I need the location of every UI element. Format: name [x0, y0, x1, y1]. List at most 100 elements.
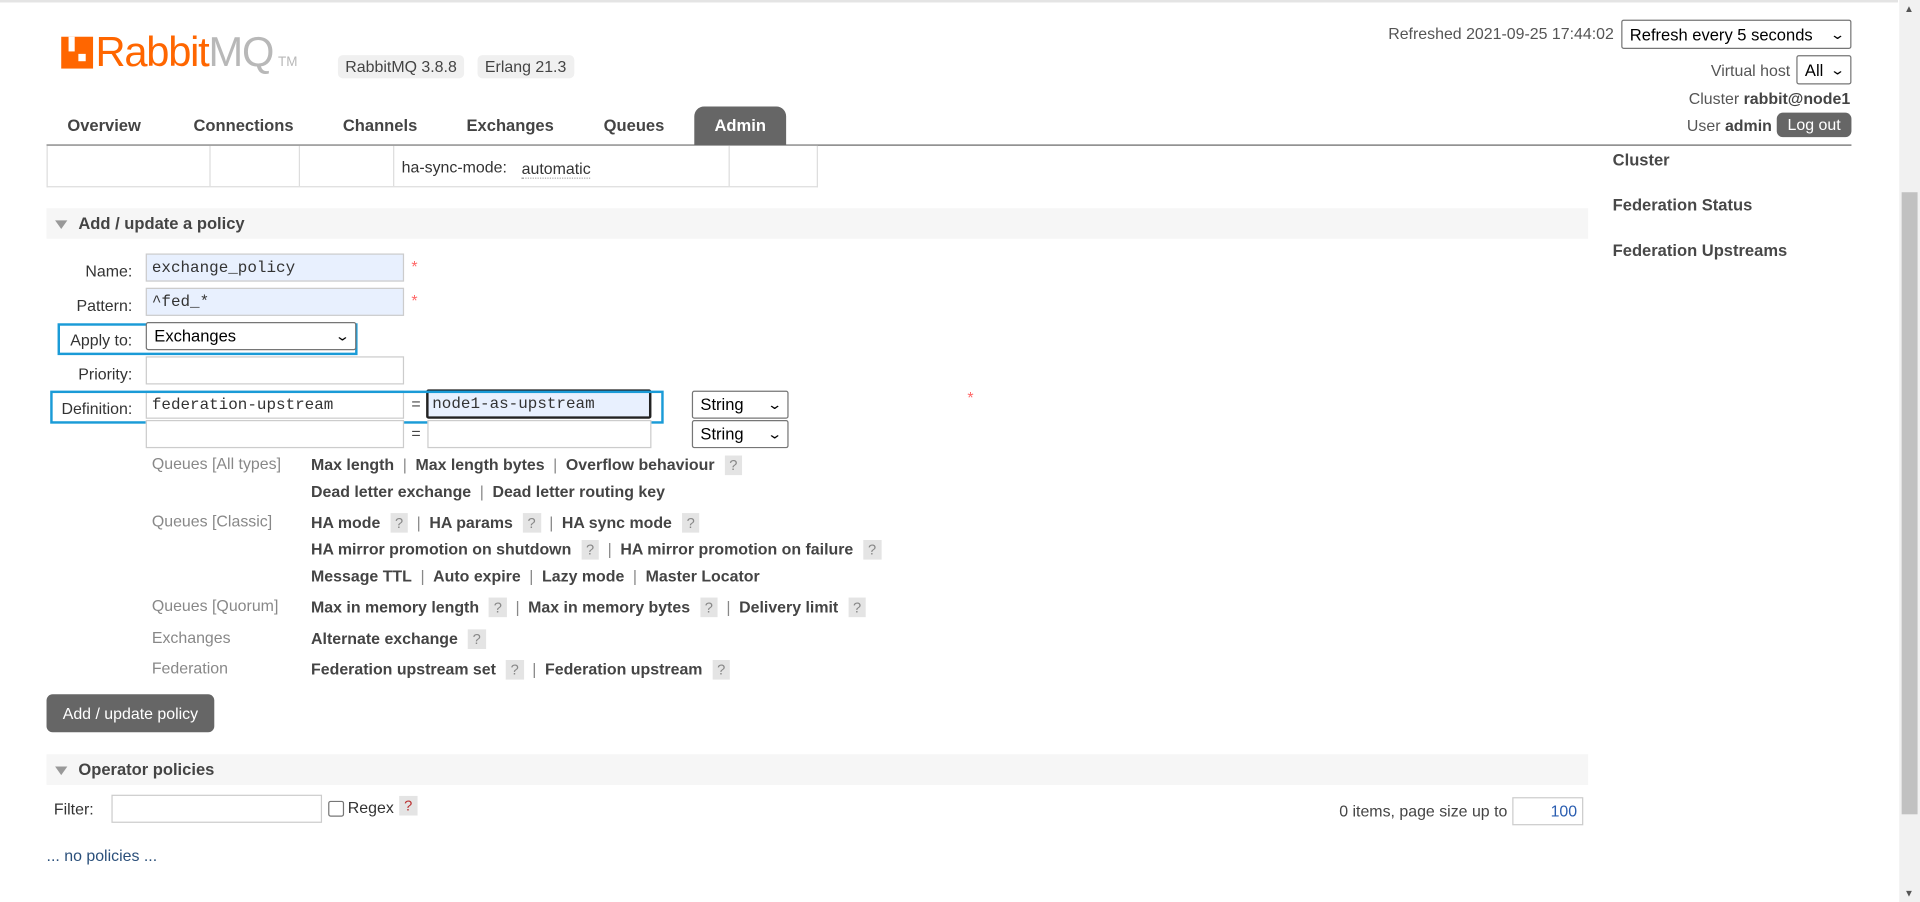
definition-type-select-2[interactable]: String ⌄: [691, 420, 789, 449]
pattern-input[interactable]: ^fed_*: [145, 287, 405, 316]
help-icon[interactable]: ?: [712, 660, 731, 680]
definition-key-link[interactable]: HA mode: [311, 513, 380, 531]
section-title: Operator policies: [78, 760, 215, 779]
separator: |: [420, 566, 425, 586]
help-links-row: Message TTL | Auto expire | Lazy mode | Master…: [311, 567, 760, 585]
definition-key-link[interactable]: Max in memory length: [311, 598, 479, 616]
add-update-policy-button[interactable]: Add / update policy: [46, 694, 215, 733]
page-size-input[interactable]: 100: [1512, 797, 1584, 826]
separator: |: [479, 482, 484, 501]
definition-key-link[interactable]: Auto expire: [433, 567, 521, 585]
chevron-down-icon: ⌄: [766, 397, 783, 413]
refreshed-timestamp: Refreshed 2021-09-25 17:44:02: [1388, 24, 1614, 43]
definition-key-link[interactable]: Max length: [311, 456, 394, 474]
tab-channels[interactable]: Channels: [343, 116, 417, 134]
definition-type-select[interactable]: String ⌄: [691, 390, 789, 419]
apply-to-select[interactable]: Exchanges ⌄: [145, 322, 357, 351]
chevron-down-icon: ⌄: [766, 427, 783, 443]
help-icon[interactable]: ?: [848, 597, 867, 618]
vhost-select[interactable]: All ⌄: [1796, 55, 1852, 85]
definition-key-link[interactable]: HA sync mode: [562, 513, 672, 531]
help-category-label: Queues [Classic]: [151, 511, 273, 531]
cluster-name: rabbit@node1: [1743, 89, 1851, 108]
help-icon[interactable]: ?: [390, 513, 409, 533]
definition-key-link[interactable]: Federation upstream set: [311, 660, 496, 678]
name-input[interactable]: exchange_policy: [145, 253, 405, 282]
separator: |: [529, 566, 534, 586]
tab-admin[interactable]: Admin: [694, 106, 787, 145]
sidebar-item-federation-upstreams[interactable]: Federation Upstreams: [1613, 241, 1788, 259]
separator: |: [607, 540, 612, 559]
equals-sign: =: [411, 423, 421, 443]
help-links-row: Alternate exchange?: [311, 629, 486, 649]
help-icon[interactable]: ?: [581, 540, 600, 560]
definition-key-link[interactable]: Alternate exchange: [311, 629, 458, 647]
definition-key-link[interactable]: Dead letter exchange: [311, 482, 471, 500]
sidebar-item-cluster[interactable]: Cluster: [1613, 151, 1670, 169]
definition-key-link[interactable]: HA mirror promotion on shutdown: [311, 540, 571, 558]
help-icon[interactable]: ?: [467, 629, 486, 649]
logo-tm: TM: [278, 55, 298, 70]
scroll-down-arrow-icon[interactable]: ▼: [1904, 888, 1914, 899]
logo-text-mq: MQ: [208, 29, 275, 76]
help-icon[interactable]: ?: [699, 597, 718, 618]
regex-help-icon[interactable]: ?: [399, 795, 418, 816]
regex-label: Regex: [347, 798, 394, 817]
cluster-info: Cluster rabbit@node1: [1689, 89, 1851, 107]
regex-checkbox[interactable]: [328, 800, 345, 817]
definition-key-link[interactable]: Overflow behaviour: [566, 456, 715, 474]
definition-key-link[interactable]: Federation upstream: [545, 660, 702, 678]
definition-key-link[interactable]: Delivery limit: [739, 598, 838, 616]
help-links-row: Dead letter exchange | Dead letter routing…: [311, 482, 665, 500]
vhost-select-value: All: [1804, 60, 1824, 79]
definition-key-input-2[interactable]: [145, 420, 405, 449]
definition-key-link[interactable]: Dead letter routing key: [492, 482, 665, 500]
add-policy-section-header[interactable]: Add / update a policy: [46, 208, 1589, 239]
type-value: String: [700, 424, 744, 444]
chevron-down-icon: ⌄: [1829, 27, 1846, 43]
help-icon[interactable]: ?: [505, 660, 524, 680]
separator: |: [632, 566, 638, 586]
tab-overview[interactable]: Overview: [67, 116, 141, 134]
help-icon[interactable]: ?: [681, 513, 700, 533]
scroll-up-arrow-icon[interactable]: ▲: [1904, 4, 1914, 15]
refresh-interval-select[interactable]: Refresh every 5 seconds ⌄: [1621, 19, 1852, 49]
help-category-label: Exchanges: [151, 628, 231, 647]
tab-queues[interactable]: Queues: [604, 116, 665, 134]
help-icon[interactable]: ?: [522, 513, 541, 533]
pattern-label: Pattern:: [76, 296, 133, 315]
help-links-row: HA mode? | HA params? | HA sync mode?: [311, 513, 700, 533]
sidebar-item-federation-status[interactable]: Federation Status: [1613, 196, 1753, 214]
collapse-triangle-icon: [55, 766, 68, 776]
definition-key-link[interactable]: HA mirror promotion on failure: [620, 540, 853, 558]
definition-key-link[interactable]: Master Locator: [646, 567, 760, 585]
filter-input[interactable]: [111, 794, 323, 823]
help-icon[interactable]: ?: [863, 540, 882, 560]
scrollbar-thumb[interactable]: [1901, 192, 1918, 815]
definition-key-link[interactable]: Max length bytes: [415, 456, 544, 474]
items-count: 0 items, page size up to: [1339, 802, 1508, 821]
help-category-label: Queues [Quorum]: [151, 596, 279, 615]
erlang-badge: Erlang 21.3: [477, 55, 574, 79]
help-icon[interactable]: ?: [724, 455, 743, 476]
logo-text: Rabbit: [95, 29, 210, 76]
help-links-row: Max length | Max length bytes | Overflow beh…: [311, 455, 743, 476]
definition-key-link[interactable]: Message TTL: [311, 567, 412, 585]
separator: |: [402, 455, 407, 474]
required-mark: *: [411, 291, 418, 310]
priority-input[interactable]: [145, 356, 405, 385]
user-label: User: [1686, 116, 1721, 135]
definition-key-link[interactable]: Lazy mode: [542, 567, 624, 585]
tab-connections[interactable]: Connections: [193, 116, 293, 134]
separator: |: [416, 513, 421, 532]
definition-key-link[interactable]: HA params: [429, 513, 512, 531]
logout-button[interactable]: Log out: [1776, 112, 1852, 138]
filter-label: Filter:: [53, 799, 94, 818]
operator-policies-section-header[interactable]: Operator policies: [46, 754, 1589, 785]
definition-key-link[interactable]: Max in memory bytes: [528, 598, 690, 616]
rabbitmq-logo[interactable]: RabbitMQ TM: [61, 29, 297, 77]
help-icon[interactable]: ?: [488, 597, 507, 618]
definition-value-input-2[interactable]: [427, 420, 652, 449]
priority-label: Priority:: [78, 364, 133, 384]
tab-exchanges[interactable]: Exchanges: [467, 116, 554, 134]
